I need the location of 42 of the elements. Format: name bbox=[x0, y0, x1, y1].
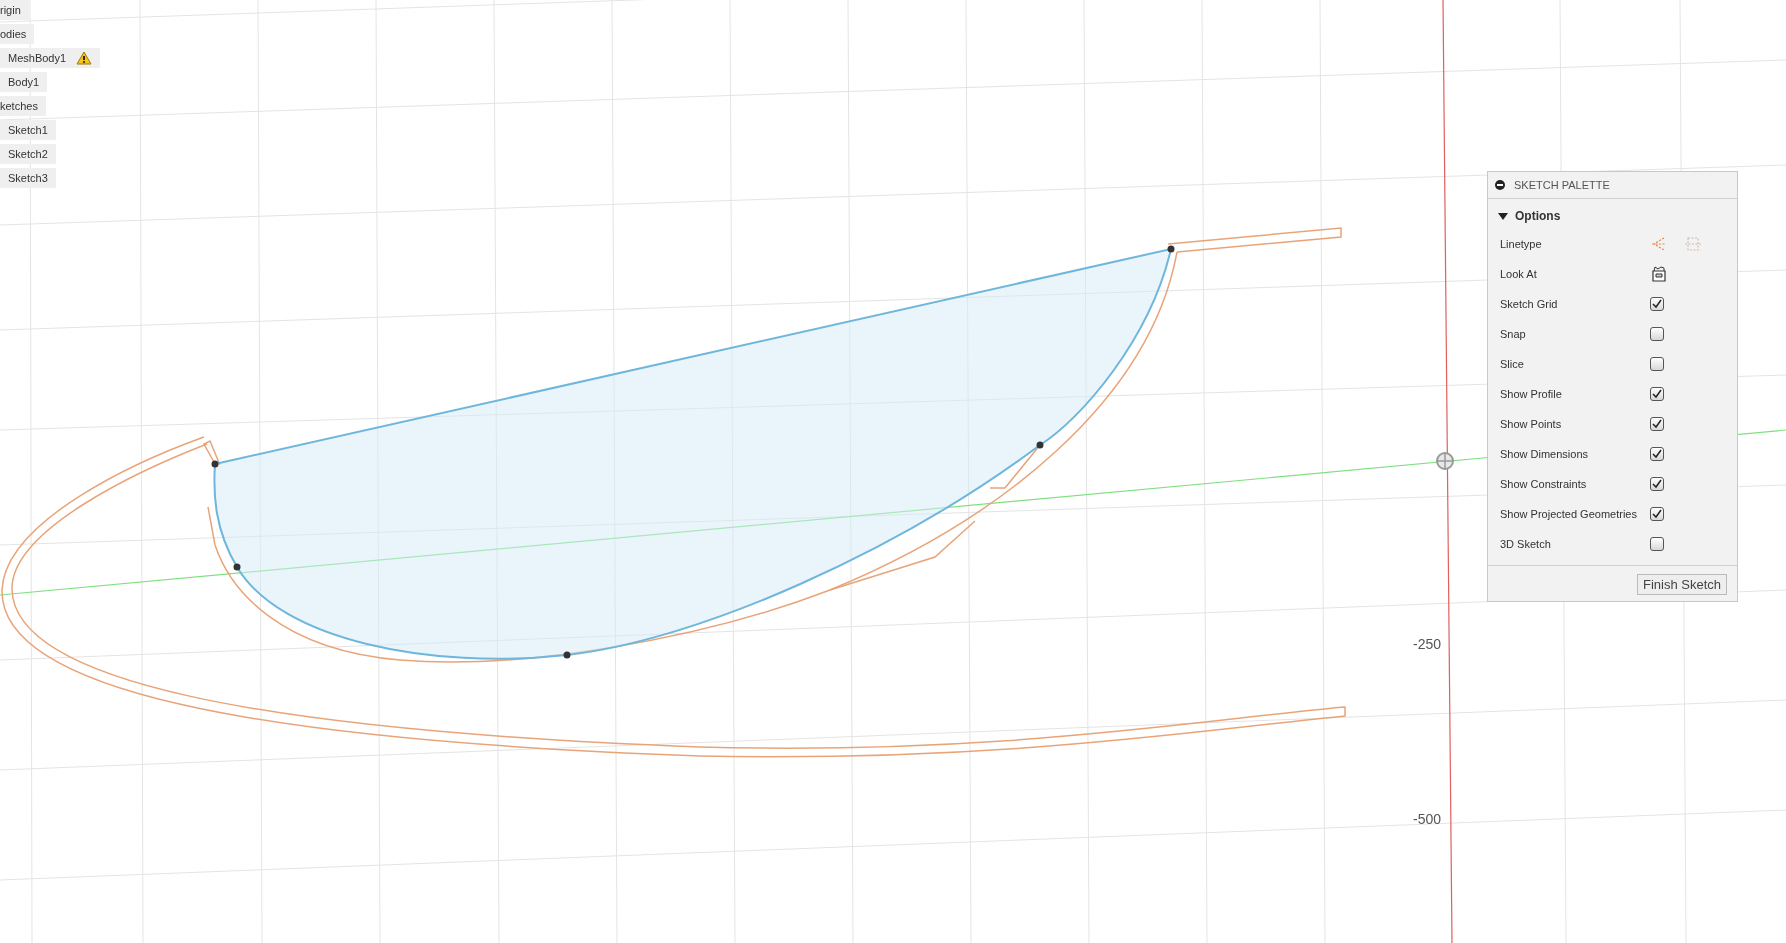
warning-icon bbox=[76, 51, 93, 65]
browser-node[interactable]: Body1 bbox=[0, 72, 48, 92]
checkbox[interactable] bbox=[1650, 327, 1664, 341]
option-label: Show Dimensions bbox=[1500, 448, 1590, 460]
checkbox[interactable] bbox=[1650, 507, 1664, 521]
option-label: Look At bbox=[1500, 268, 1538, 280]
option-label: Show Constraints bbox=[1500, 478, 1588, 490]
checkbox[interactable] bbox=[1650, 357, 1664, 371]
option-label: Show Projected Geometries bbox=[1500, 508, 1638, 520]
axis-label: -250 bbox=[1413, 636, 1442, 652]
browser-node[interactable]: ketches bbox=[0, 96, 46, 116]
origin-marker-icon bbox=[1436, 452, 1454, 470]
option-label: Slice bbox=[1500, 358, 1525, 370]
sketch-point[interactable] bbox=[233, 563, 241, 571]
checkbox[interactable] bbox=[1650, 417, 1664, 431]
sketch-point[interactable] bbox=[1036, 441, 1044, 449]
option-label: Linetype bbox=[1500, 238, 1543, 250]
browser-node[interactable]: Sketch2 bbox=[0, 144, 56, 164]
checkbox[interactable] bbox=[1650, 477, 1664, 491]
finish-sketch-button[interactable]: Finish Sketch bbox=[1636, 574, 1727, 595]
checkbox[interactable] bbox=[1650, 447, 1664, 461]
sketch-point[interactable] bbox=[563, 651, 571, 659]
browser-node[interactable]: MeshBody1 bbox=[0, 48, 101, 68]
sketch-point[interactable] bbox=[1167, 245, 1175, 253]
option-label: Snap bbox=[1500, 328, 1527, 340]
look-at-icon[interactable] bbox=[1650, 266, 1668, 282]
axis-label: -500 bbox=[1413, 811, 1442, 827]
browser-node[interactable]: Sketch3 bbox=[0, 168, 56, 188]
checkbox[interactable] bbox=[1650, 297, 1664, 311]
browser-node[interactable]: Sketch1 bbox=[0, 120, 56, 140]
palette-title: SKETCH PALETTE bbox=[1514, 179, 1610, 191]
option-label: Show Points bbox=[1500, 418, 1563, 430]
option-label: 3D Sketch bbox=[1500, 538, 1552, 550]
checkbox[interactable] bbox=[1650, 387, 1664, 401]
options-section-header[interactable]: Options bbox=[1488, 203, 1737, 229]
browser-node[interactable]: odies bbox=[0, 24, 35, 44]
option-label: Sketch Grid bbox=[1500, 298, 1559, 310]
sketch-point[interactable] bbox=[211, 460, 219, 468]
browser-node[interactable]: rigin bbox=[0, 0, 29, 20]
option-label: Show Profile bbox=[1500, 388, 1563, 400]
checkbox[interactable] bbox=[1650, 537, 1664, 551]
collapse-icon[interactable] bbox=[1495, 180, 1505, 190]
